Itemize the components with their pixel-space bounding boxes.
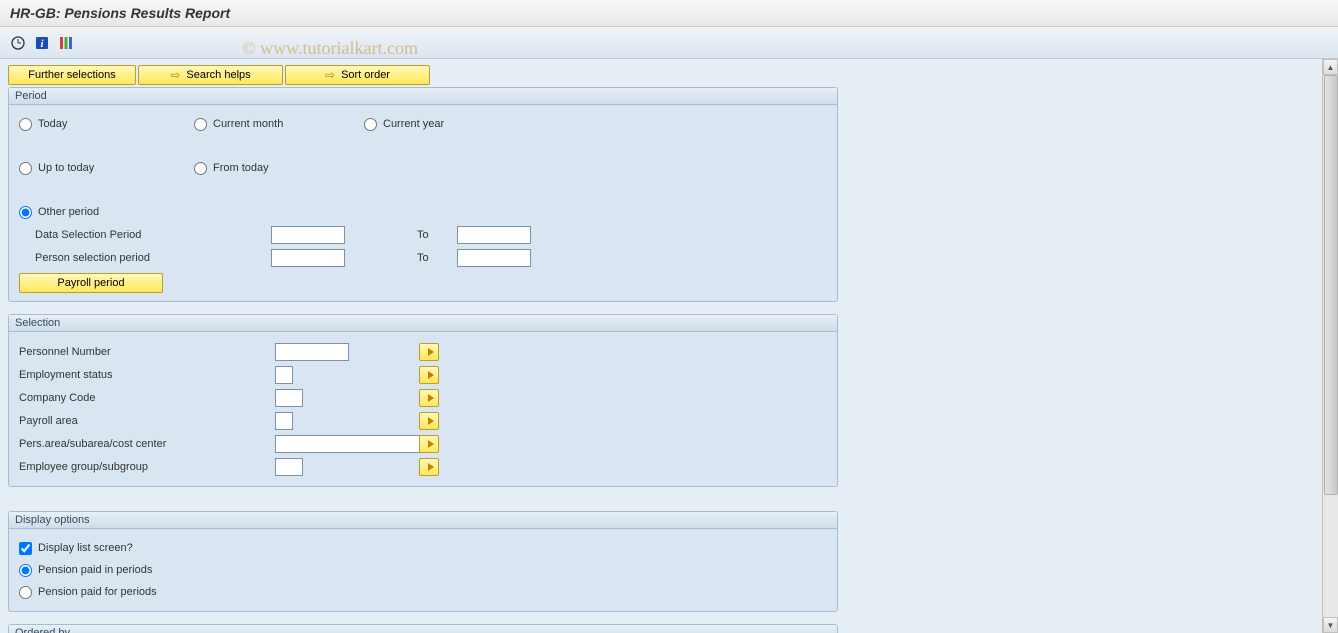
arrow-right-icon: ⇨: [170, 68, 180, 82]
content-area: Further selections ⇨ Search helps ⇨ Sort…: [0, 59, 1322, 633]
employment-status-label: Employment status: [19, 369, 275, 381]
selection-group: Selection Personnel Number Employment st…: [8, 314, 838, 487]
further-selections-button[interactable]: Further selections: [8, 65, 136, 85]
data-selection-label: Data Selection Period: [19, 229, 271, 241]
emp-group-input[interactable]: [275, 458, 303, 476]
person-selection-label: Person selection period: [19, 252, 271, 264]
period-group: Period Today Current month Current year: [8, 87, 838, 302]
to-label-2: To: [407, 252, 457, 264]
person-selection-from-input[interactable]: [271, 249, 345, 267]
payroll-period-button[interactable]: Payroll period: [19, 273, 163, 293]
app-toolbar: i: [0, 27, 1338, 59]
radio-other-period[interactable]: Other period: [19, 201, 194, 223]
personnel-number-label: Personnel Number: [19, 346, 275, 358]
scroll-down-arrow-icon[interactable]: ▼: [1323, 617, 1338, 633]
radio-paid-for-input[interactable]: [19, 586, 32, 599]
data-selection-to-input[interactable]: [457, 226, 531, 244]
radio-current-year[interactable]: Current year: [364, 113, 564, 135]
company-code-label: Company Code: [19, 392, 275, 404]
personnel-number-input[interactable]: [275, 343, 349, 361]
variant-icon[interactable]: [58, 35, 74, 51]
selection-group-title: Selection: [9, 315, 837, 332]
radio-paid-in[interactable]: Pension paid in periods: [19, 559, 827, 581]
payroll-area-label: Payroll area: [19, 415, 275, 427]
emp-group-multi-button[interactable]: [419, 458, 439, 476]
radio-up-to-today[interactable]: Up to today: [19, 157, 194, 179]
vertical-scrollbar[interactable]: ▲ ▼: [1322, 59, 1338, 633]
personnel-number-multi-button[interactable]: [419, 343, 439, 361]
employment-status-multi-button[interactable]: [419, 366, 439, 384]
sort-order-button[interactable]: ⇨ Sort order: [285, 65, 430, 85]
display-list-checkbox-row[interactable]: Display list screen?: [19, 537, 827, 559]
payroll-area-input[interactable]: [275, 412, 293, 430]
window-title-bar: HR-GB: Pensions Results Report: [0, 0, 1338, 27]
radio-up-to-today-input[interactable]: [19, 162, 32, 175]
radio-current-year-input[interactable]: [364, 118, 377, 131]
radio-current-month[interactable]: Current month: [194, 113, 364, 135]
info-icon[interactable]: i: [34, 35, 50, 51]
radio-from-today[interactable]: From today: [194, 157, 364, 179]
pers-area-label: Pers.area/subarea/cost center: [19, 438, 275, 450]
radio-from-today-input[interactable]: [194, 162, 207, 175]
scroll-up-arrow-icon[interactable]: ▲: [1323, 59, 1338, 75]
data-selection-from-input[interactable]: [271, 226, 345, 244]
display-list-checkbox[interactable]: [19, 542, 32, 555]
display-options-title: Display options: [9, 512, 837, 529]
radio-paid-for[interactable]: Pension paid for periods: [19, 581, 827, 603]
page-title: HR-GB: Pensions Results Report: [10, 5, 230, 21]
selection-button-row: Further selections ⇨ Search helps ⇨ Sort…: [8, 65, 1314, 85]
emp-group-label: Employee group/subgroup: [19, 461, 275, 473]
radio-paid-in-input[interactable]: [19, 564, 32, 577]
person-selection-to-input[interactable]: [457, 249, 531, 267]
search-helps-button[interactable]: ⇨ Search helps: [138, 65, 283, 85]
execute-icon[interactable]: [10, 35, 26, 51]
to-label: To: [407, 229, 457, 241]
pers-area-multi-button[interactable]: [419, 435, 439, 453]
employment-status-input[interactable]: [275, 366, 293, 384]
company-code-multi-button[interactable]: [419, 389, 439, 407]
period-group-title: Period: [9, 88, 837, 105]
arrow-right-icon: ⇨: [325, 68, 335, 82]
payroll-area-multi-button[interactable]: [419, 412, 439, 430]
radio-current-month-input[interactable]: [194, 118, 207, 131]
radio-other-period-input[interactable]: [19, 206, 32, 219]
radio-today[interactable]: Today: [19, 113, 194, 135]
display-options-group: Display options Display list screen? Pen…: [8, 511, 838, 612]
company-code-input[interactable]: [275, 389, 303, 407]
radio-today-input[interactable]: [19, 118, 32, 131]
pers-area-input[interactable]: [275, 435, 425, 453]
scroll-thumb[interactable]: [1324, 75, 1338, 495]
